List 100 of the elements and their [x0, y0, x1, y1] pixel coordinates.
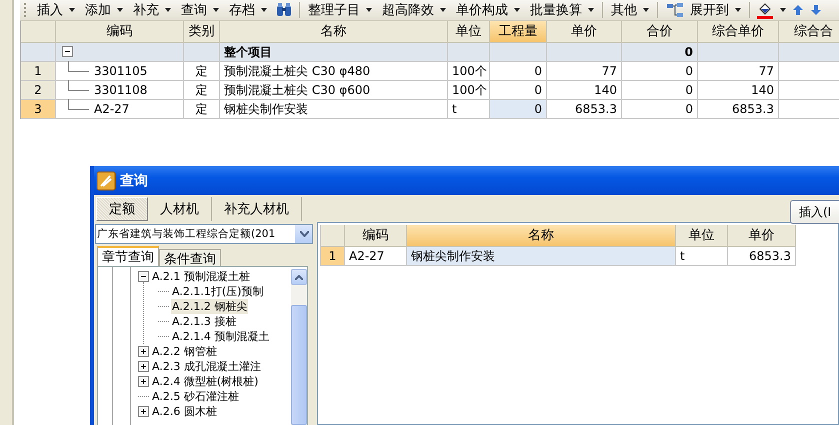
tree-item[interactable]: A.2.3 成孔混凝土灌注	[151, 359, 262, 374]
paint-bucket-icon	[756, 1, 774, 19]
table-cell: 0	[622, 81, 698, 100]
table-cell: 140	[698, 81, 779, 100]
table-cell: t	[448, 100, 490, 119]
row-number[interactable]: 1	[21, 62, 56, 81]
caret-icon	[588, 8, 594, 12]
toolbar-menu-button[interactable]: 单价构成	[451, 0, 525, 20]
scroll-up-button[interactable]	[291, 269, 307, 285]
tree-item[interactable]: A.2.4 微型桩(树根桩)	[151, 374, 260, 389]
row-number[interactable]: 2	[21, 81, 56, 100]
caret-icon	[117, 8, 123, 12]
tree-item[interactable]: A.2.1 预制混凝土桩	[151, 269, 251, 284]
table-cell: 3301105	[56, 62, 184, 81]
chevron-down-icon	[300, 231, 308, 237]
tree-item[interactable]: A.2.5 砂石灌注桩	[151, 389, 240, 404]
toolbar-menu-button[interactable]: 添加	[80, 0, 128, 20]
table-cell: 0	[490, 100, 547, 119]
tab[interactable]: 补充人材机	[212, 197, 302, 221]
caret-icon	[261, 8, 267, 12]
caret-icon	[165, 8, 171, 12]
chevron-up-icon	[295, 274, 303, 280]
column-header[interactable]: 单位	[676, 225, 728, 247]
caret-icon	[780, 8, 786, 12]
caret-icon	[213, 8, 219, 12]
table-cell: 140	[547, 81, 622, 100]
column-header[interactable]: 单价	[547, 21, 622, 43]
column-header[interactable]: 类别	[184, 21, 220, 43]
tree-item[interactable]: A.2.1.2 钢桩尖	[171, 299, 248, 314]
library-dropdown[interactable]: 广东省建筑与装饰工程综合定额(201	[95, 224, 313, 244]
corner-header	[321, 225, 345, 247]
table-cell	[779, 43, 839, 62]
table-cell: 钢桩尖制作安装	[407, 247, 676, 266]
table-cell: 预制混凝土桩尖 C30 φ600	[220, 81, 448, 100]
expand-icon[interactable]	[138, 376, 149, 387]
insert-button[interactable]: 插入(I	[790, 200, 839, 224]
table-cell: 0	[622, 100, 698, 119]
row-number[interactable]: 3	[21, 100, 56, 119]
column-header[interactable]: 编码	[345, 225, 407, 247]
window-title: 查询	[120, 172, 148, 190]
table-cell: t	[676, 247, 728, 266]
expand-icon[interactable]	[138, 361, 149, 372]
tree-item[interactable]: A.2.1.3 接桩	[171, 314, 238, 329]
toolbar-menu-button[interactable]: 超高降效	[377, 0, 451, 20]
tree-item[interactable]: A.2.1.4 预制混凝土	[171, 329, 270, 344]
column-header[interactable]: 单位	[448, 21, 490, 43]
table-cell: 预制混凝土桩尖 C30 φ480	[220, 62, 448, 81]
toolbar-menu-button[interactable]: 插入	[32, 0, 80, 20]
table-cell: 6853.3	[547, 100, 622, 119]
scroll-thumb[interactable]	[291, 305, 307, 425]
toolbar-menu-button[interactable]: 整理子目	[303, 0, 377, 20]
column-header[interactable]: 名称	[220, 21, 448, 43]
table-cell: 0	[490, 81, 547, 100]
column-header[interactable]: 综合单价	[698, 21, 779, 43]
table-cell: 100个	[448, 62, 490, 81]
caret-icon	[643, 8, 649, 12]
expand-icon[interactable]	[138, 406, 149, 417]
column-header[interactable]: 综合合	[779, 21, 839, 43]
tab[interactable]: 章节查询	[97, 246, 159, 266]
table-cell: A2-27	[345, 247, 407, 266]
caret-icon	[440, 8, 446, 12]
column-header[interactable]: 合价	[622, 21, 698, 43]
table-cell: A2-27	[56, 100, 184, 119]
tree-item[interactable]: A.2.1.1打(压)预制	[171, 284, 264, 299]
row-number[interactable]: 1	[321, 247, 345, 266]
group-name: 整个项目	[220, 43, 448, 62]
toolbar-menu-button[interactable]: 补充	[128, 0, 176, 20]
table-cell: 定	[184, 100, 220, 119]
table-cell: 0	[490, 62, 547, 81]
tab[interactable]: 条件查询	[159, 249, 221, 266]
table-cell	[448, 43, 490, 62]
expand-icon[interactable]	[138, 346, 149, 357]
table-cell: 77	[698, 62, 779, 81]
toolbar-menu-button[interactable]: 查询	[176, 0, 224, 20]
toolbar-menu-button[interactable]: 其他	[606, 0, 654, 20]
column-header[interactable]: 单价	[728, 225, 796, 247]
table-cell: 100个	[448, 81, 490, 100]
table-cell: 定	[184, 81, 220, 100]
tab[interactable]: 定额	[96, 197, 148, 221]
toolbar-menu-button[interactable]: 存档	[224, 0, 272, 20]
toolbar-menu-button[interactable]: 展开到	[661, 0, 746, 20]
caret-icon	[735, 8, 741, 12]
column-header[interactable]: 编码	[56, 21, 184, 43]
table-cell: 0	[622, 62, 698, 81]
table-cell: 钢桩尖制作安装	[220, 100, 448, 119]
table-cell	[490, 43, 547, 62]
collapse-icon[interactable]	[138, 271, 149, 282]
hierarchy-icon	[666, 2, 684, 18]
table-cell: 6853.3	[698, 100, 779, 119]
table-cell: 0	[622, 43, 698, 62]
tree-item[interactable]: A.2.6 圆木桩	[151, 404, 218, 419]
collapse-icon[interactable]	[62, 46, 73, 57]
table-cell: 3301108	[56, 81, 184, 100]
caret-icon	[514, 8, 520, 12]
column-header[interactable]: 名称	[407, 225, 676, 247]
scrollbar[interactable]	[291, 269, 307, 425]
column-header[interactable]: 工程量	[490, 21, 547, 43]
tree-item[interactable]: A.2.2 钢管桩	[151, 344, 218, 359]
toolbar-menu-button[interactable]: 批量换算	[525, 0, 599, 20]
tab[interactable]: 人材机	[148, 197, 212, 221]
